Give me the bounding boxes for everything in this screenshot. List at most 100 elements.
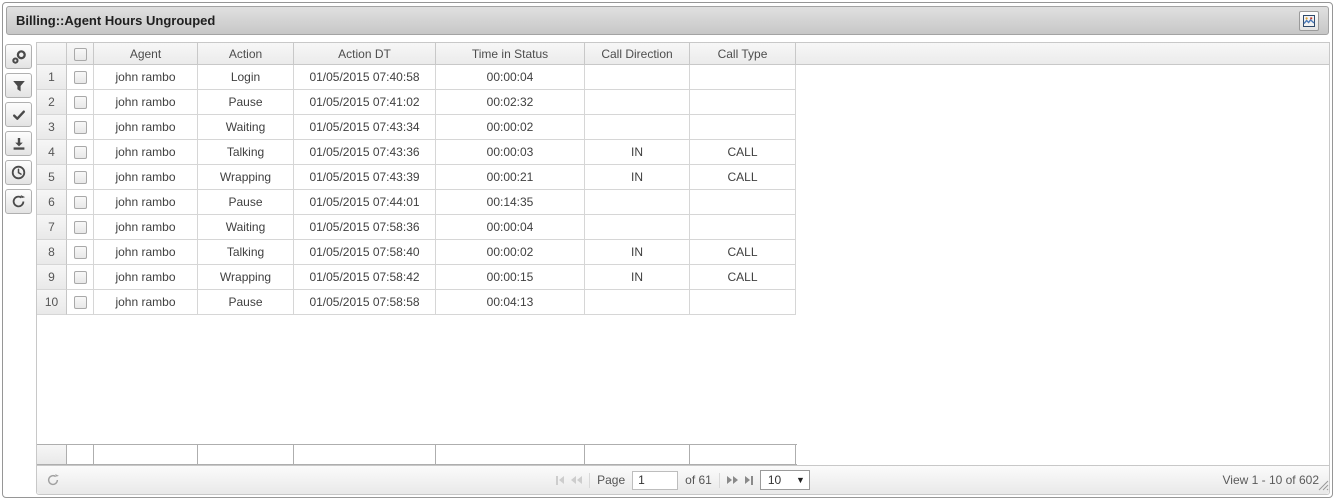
grid-header-row: Agent Action Action DT Time in Status Ca…	[37, 43, 1329, 65]
table-row[interactable]: 6 john rambo Pause 01/05/2015 07:44:01 0…	[37, 190, 1329, 215]
row-checkbox[interactable]	[74, 146, 87, 159]
select-all-header[interactable]	[67, 43, 94, 65]
time-in-status-cell: 00:00:03	[436, 140, 585, 165]
history-button[interactable]	[5, 160, 32, 185]
time-in-status-cell: 00:00:04	[436, 215, 585, 240]
checkbox-cell	[67, 190, 94, 215]
prev-page-button[interactable]	[571, 476, 582, 484]
last-page-button[interactable]	[745, 476, 753, 485]
download-icon	[12, 137, 26, 151]
table-row[interactable]: 10 john rambo Pause 01/05/2015 07:58:58 …	[37, 290, 1329, 315]
row-checkbox[interactable]	[74, 171, 87, 184]
action-dt-cell: 01/05/2015 07:58:42	[294, 265, 436, 290]
row-checkbox[interactable]	[74, 246, 87, 259]
action-dt-cell: 01/05/2015 07:43:39	[294, 165, 436, 190]
checkbox-cell	[67, 115, 94, 140]
action-cell: Pause	[198, 290, 294, 315]
page-label: Page	[597, 473, 625, 487]
row-checkbox[interactable]	[74, 96, 87, 109]
select-button[interactable]	[5, 102, 32, 127]
refresh-icon	[11, 194, 26, 209]
row-checkbox[interactable]	[74, 121, 87, 134]
pager-separator	[589, 473, 590, 488]
table-row[interactable]: 8 john rambo Talking 01/05/2015 07:58:40…	[37, 240, 1329, 265]
page-count-label: of 61	[685, 473, 712, 487]
broken-image-icon	[1303, 15, 1315, 27]
table-row[interactable]: 1 john rambo Login 01/05/2015 07:40:58 0…	[37, 65, 1329, 90]
pager-controls: Page of 61 10 ▼	[556, 470, 810, 490]
row-checkbox[interactable]	[74, 221, 87, 234]
call-direction-cell	[585, 290, 690, 315]
next-page-button[interactable]	[727, 476, 738, 484]
pager-separator	[719, 473, 720, 488]
columns-settings-button[interactable]	[5, 44, 32, 69]
select-all-checkbox[interactable]	[74, 48, 87, 61]
table-row[interactable]: 7 john rambo Waiting 01/05/2015 07:58:36…	[37, 215, 1329, 240]
action-cell: Pause	[198, 190, 294, 215]
pager-reload-button[interactable]	[46, 473, 60, 487]
clock-icon	[11, 165, 26, 180]
reload-button[interactable]	[5, 189, 32, 214]
checkbox-cell	[67, 215, 94, 240]
time-in-status-cell: 00:00:02	[436, 240, 585, 265]
action-dt-cell: 01/05/2015 07:44:01	[294, 190, 436, 215]
export-button[interactable]	[5, 131, 32, 156]
checkbox-cell	[67, 240, 94, 265]
footer-row	[37, 444, 797, 465]
call-direction-cell	[585, 190, 690, 215]
call-type-cell: CALL	[690, 265, 796, 290]
row-number-cell: 8	[37, 240, 67, 265]
agent-cell: john rambo	[94, 90, 198, 115]
time-in-status-cell: 00:00:02	[436, 115, 585, 140]
resize-grip[interactable]	[1318, 480, 1329, 494]
table-row[interactable]: 3 john rambo Waiting 01/05/2015 07:43:34…	[37, 115, 1329, 140]
agent-cell: john rambo	[94, 115, 198, 140]
agent-cell: john rambo	[94, 140, 198, 165]
column-header-call-type[interactable]: Call Type	[690, 43, 796, 65]
column-header-time-in-status[interactable]: Time in Status	[436, 43, 585, 65]
row-checkbox[interactable]	[74, 271, 87, 284]
row-checkbox[interactable]	[74, 296, 87, 309]
checkbox-cell	[67, 165, 94, 190]
close-button[interactable]	[1299, 11, 1319, 31]
call-type-cell	[690, 65, 796, 90]
grid-body: 1 john rambo Login 01/05/2015 07:40:58 0…	[37, 65, 1329, 315]
row-checkbox[interactable]	[74, 196, 87, 209]
page-input[interactable]	[632, 471, 678, 490]
window-title: Billing::Agent Hours Ungrouped	[16, 13, 215, 28]
row-number-cell: 4	[37, 140, 67, 165]
action-cell: Talking	[198, 140, 294, 165]
table-row[interactable]: 5 john rambo Wrapping 01/05/2015 07:43:3…	[37, 165, 1329, 190]
page-size-select[interactable]: 10 ▼	[760, 470, 810, 490]
grid-view: Agent Action Action DT Time in Status Ca…	[36, 42, 1330, 495]
call-direction-cell	[585, 65, 690, 90]
action-cell: Wrapping	[198, 165, 294, 190]
call-direction-cell: IN	[585, 265, 690, 290]
time-in-status-cell: 00:04:13	[436, 290, 585, 315]
table-row[interactable]: 9 john rambo Wrapping 01/05/2015 07:58:4…	[37, 265, 1329, 290]
column-header-call-direction[interactable]: Call Direction	[585, 43, 690, 65]
call-direction-cell: IN	[585, 240, 690, 265]
row-checkbox[interactable]	[74, 71, 87, 84]
action-cell: Pause	[198, 90, 294, 115]
first-page-button[interactable]	[556, 476, 564, 485]
agent-cell: john rambo	[94, 215, 198, 240]
table-row[interactable]: 4 john rambo Talking 01/05/2015 07:43:36…	[37, 140, 1329, 165]
footer-cell	[436, 445, 585, 464]
footer-cell	[198, 445, 294, 464]
action-dt-cell: 01/05/2015 07:43:36	[294, 140, 436, 165]
column-header-action-dt[interactable]: Action DT	[294, 43, 436, 65]
footer-cell	[67, 445, 94, 464]
time-in-status-cell: 00:02:32	[436, 90, 585, 115]
column-header-agent[interactable]: Agent	[94, 43, 198, 65]
column-header-action[interactable]: Action	[198, 43, 294, 65]
footer-cell	[585, 445, 690, 464]
call-type-cell: CALL	[690, 240, 796, 265]
table-row[interactable]: 2 john rambo Pause 01/05/2015 07:41:02 0…	[37, 90, 1329, 115]
row-number-cell: 3	[37, 115, 67, 140]
checkbox-cell	[67, 140, 94, 165]
call-direction-cell	[585, 215, 690, 240]
filter-button[interactable]	[5, 73, 32, 98]
agent-cell: john rambo	[94, 165, 198, 190]
footer-cell	[690, 445, 796, 464]
